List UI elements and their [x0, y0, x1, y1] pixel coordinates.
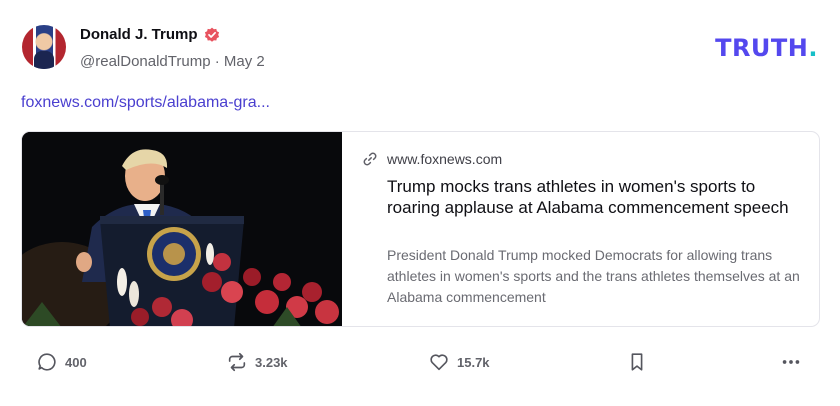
link-preview-card[interactable]: www.foxnews.com Trump mocks trans athlet…: [21, 131, 820, 327]
action-bar: 400 3.23k 15.7k: [0, 346, 840, 378]
more-icon: [782, 360, 800, 364]
link-icon: [363, 152, 377, 166]
post-meta: @realDonaldTrump · May 2: [80, 53, 265, 70]
comment-icon: [38, 353, 56, 371]
retruth-icon: [228, 352, 246, 372]
like-button[interactable]: 15.7k: [428, 346, 490, 378]
retruth-count: 3.23k: [255, 354, 288, 370]
bookmark-button[interactable]: [626, 346, 648, 378]
truth-logo[interactable]: TRUTH.: [715, 34, 818, 62]
more-options-button[interactable]: [780, 346, 802, 378]
truth-post: Donald J. Trump @realDonaldTrump · May 2…: [0, 0, 840, 406]
like-count: 15.7k: [457, 354, 490, 370]
logo-dot: .: [808, 34, 818, 62]
link-preview-image[interactable]: [22, 132, 342, 326]
link-title[interactable]: Trump mocks trans athletes in women's sp…: [387, 176, 807, 218]
post-link[interactable]: foxnews.com/sports/alabama-gra...: [21, 94, 270, 112]
speaker-photo: [22, 132, 342, 326]
author-name[interactable]: Donald J. Trump: [80, 26, 198, 43]
author-handle[interactable]: @realDonaldTrump: [80, 53, 211, 70]
retruth-button[interactable]: 3.23k: [226, 346, 288, 378]
logo-text: TRUTH: [715, 34, 809, 62]
heart-icon: [430, 354, 448, 371]
post-date[interactable]: May 2: [224, 53, 265, 70]
link-description: President Donald Trump mocked Democrats …: [387, 247, 800, 305]
meta-separator: ·: [214, 53, 220, 70]
bookmark-icon: [631, 353, 643, 371]
avatar[interactable]: [22, 25, 66, 69]
link-domain-row: www.foxnews.com: [362, 151, 502, 167]
link-preview-body: www.foxnews.com Trump mocks trans athlet…: [362, 132, 801, 326]
reply-button[interactable]: 400: [36, 346, 87, 378]
reply-count: 400: [65, 354, 87, 370]
link-domain: www.foxnews.com: [387, 151, 503, 167]
verified-badge-icon: [204, 27, 220, 42]
